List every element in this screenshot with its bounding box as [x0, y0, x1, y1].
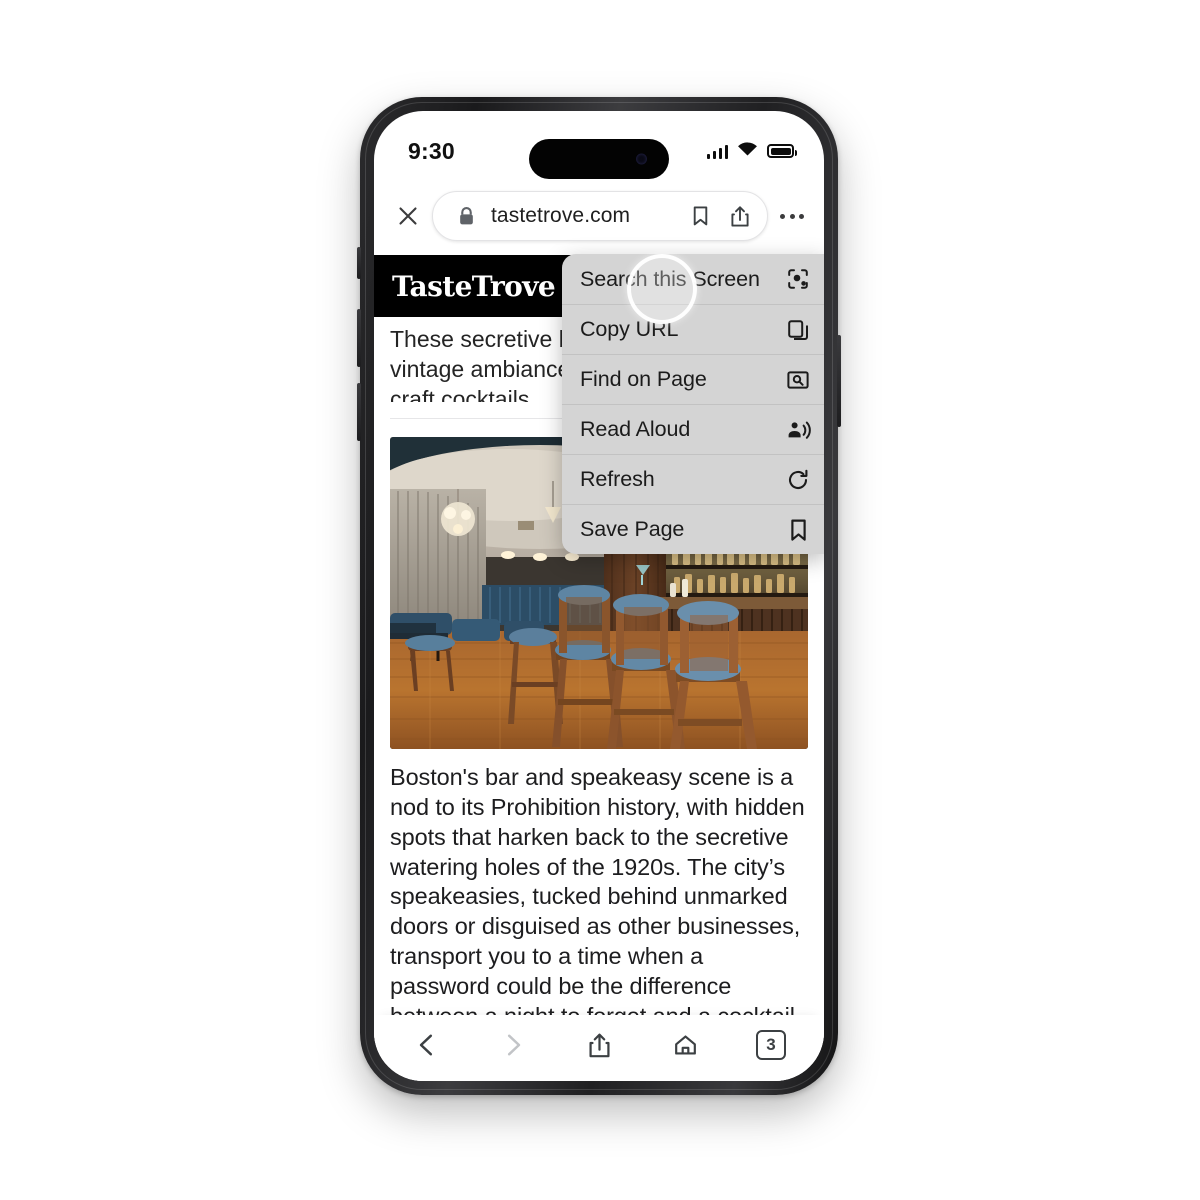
bookmark-icon[interactable] — [685, 201, 715, 231]
menu-item-label: Read Aloud — [580, 417, 691, 441]
power-button[interactable] — [837, 335, 841, 427]
status-bar-clock: 9:30 — [408, 137, 455, 164]
lens-search-icon — [784, 265, 812, 293]
tab-count-label: 3 — [756, 1030, 786, 1060]
share-icon[interactable] — [573, 1022, 625, 1068]
phone-screen: 9:30 tastetrove.com TasteTrove These sec… — [374, 111, 824, 1081]
dot — [789, 213, 795, 219]
menu-item-save-page[interactable]: Save Page — [562, 504, 824, 554]
find-in-page-icon — [784, 366, 812, 394]
close-icon[interactable] — [390, 198, 426, 234]
forward-arrow-icon — [487, 1022, 539, 1068]
back-arrow-icon[interactable] — [401, 1022, 453, 1068]
read-aloud-icon — [784, 416, 812, 444]
menu-item-label: Refresh — [580, 467, 655, 491]
menu-item-refresh[interactable]: Refresh — [562, 454, 824, 504]
dynamic-island — [529, 139, 669, 179]
menu-item-find-on-page[interactable]: Find on Page — [562, 354, 824, 404]
home-icon[interactable] — [659, 1022, 711, 1068]
cellular-signal-icon — [706, 144, 728, 159]
copy-icon — [784, 316, 812, 344]
tab-switcher-button[interactable]: 3 — [745, 1022, 797, 1068]
dot — [799, 213, 804, 219]
volume-down-button[interactable] — [357, 383, 361, 441]
silent-switch[interactable] — [357, 247, 361, 279]
lock-icon — [451, 201, 481, 231]
front-camera-icon — [636, 153, 647, 165]
screenshot-canvas: 9:30 tastetrove.com TasteTrove These sec… — [0, 0, 1200, 1200]
bookmark-icon — [784, 516, 812, 544]
menu-item-label: Find on Page — [580, 367, 707, 391]
status-bar-indicators — [706, 141, 797, 162]
browser-bottom-toolbar: 3 — [374, 1015, 824, 1081]
site-logo[interactable]: TasteTrove — [392, 270, 556, 303]
volume-up-button[interactable] — [357, 309, 361, 367]
browser-top-bar: tastetrove.com — [374, 177, 824, 255]
refresh-icon — [784, 466, 812, 494]
phone-device-frame: 9:30 tastetrove.com TasteTrove These sec… — [357, 97, 841, 1095]
url-bar[interactable]: tastetrove.com — [432, 191, 768, 241]
wifi-icon — [737, 141, 758, 162]
menu-item-search-this-screen[interactable]: Search this Screen — [562, 254, 824, 304]
menu-item-label: Copy URL — [580, 317, 679, 341]
url-text: tastetrove.com — [491, 204, 631, 227]
overflow-menu[interactable]: Search this Screen Copy URL Find on Page… — [562, 254, 824, 554]
menu-item-label: Search this Screen — [580, 266, 760, 291]
share-icon[interactable] — [725, 201, 755, 231]
menu-item-label: Save Page — [580, 517, 685, 541]
three-dot-menu-icon[interactable] — [774, 205, 810, 227]
menu-item-read-aloud[interactable]: Read Aloud — [562, 404, 824, 454]
dot — [780, 213, 785, 219]
battery-icon — [767, 144, 797, 158]
menu-item-copy-url[interactable]: Copy URL — [562, 304, 824, 354]
